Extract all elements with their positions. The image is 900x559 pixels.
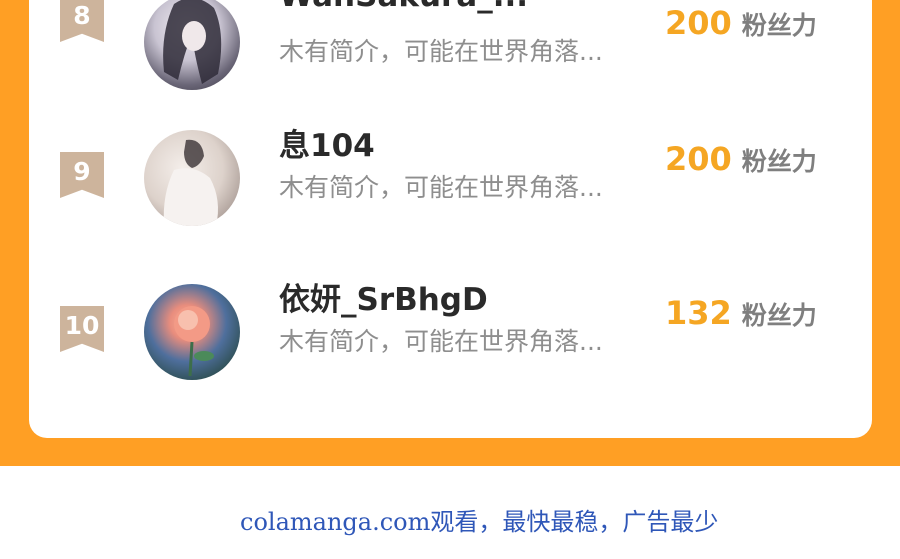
username[interactable]: 依妍_SrBhgD <box>279 274 488 319</box>
user-avatar[interactable] <box>144 130 240 226</box>
fans-label: 粉丝力 <box>741 11 817 40</box>
fans-label: 粉丝力 <box>741 147 817 176</box>
ranking-row-9[interactable]: 9 息104 木有简介，可能在世界角落... 200 粉丝力 <box>29 110 872 226</box>
username[interactable]: WanSakura_... <box>279 0 528 14</box>
user-avatar[interactable] <box>144 0 240 90</box>
fans-score: 200 粉丝力 <box>665 140 817 178</box>
user-bio: 木有简介，可能在世界角落... <box>279 173 603 202</box>
ranking-card: 8 WanSakura_... 木有简介，可能在世界角落... 200 粉丝力 9… <box>29 0 872 438</box>
fans-count: 200 <box>665 140 732 178</box>
username[interactable]: 息104 <box>279 120 375 165</box>
fans-count: 200 <box>665 4 732 42</box>
rank-badge: 9 <box>60 152 104 198</box>
rank-badge: 10 <box>60 306 104 352</box>
fans-score: 200 粉丝力 <box>665 4 817 42</box>
user-avatar[interactable] <box>144 284 240 380</box>
fans-label: 粉丝力 <box>741 301 817 330</box>
fans-count: 132 <box>665 294 732 332</box>
user-bio: 木有简介，可能在世界角落... <box>279 327 603 356</box>
fans-score: 132 粉丝力 <box>665 294 817 332</box>
user-bio: 木有简介，可能在世界角落... <box>279 37 603 66</box>
ranking-row-10[interactable]: 10 依妍_SrBhgD 木有简介，可能在世界角落... 132 粉丝力 <box>29 264 872 380</box>
rank-badge: 8 <box>60 0 104 42</box>
footer-watermark-text: colamanga.com观看，最快最稳，广告最少 <box>240 508 719 536</box>
ranking-row-8[interactable]: 8 WanSakura_... 木有简介，可能在世界角落... 200 粉丝力 <box>29 0 872 90</box>
